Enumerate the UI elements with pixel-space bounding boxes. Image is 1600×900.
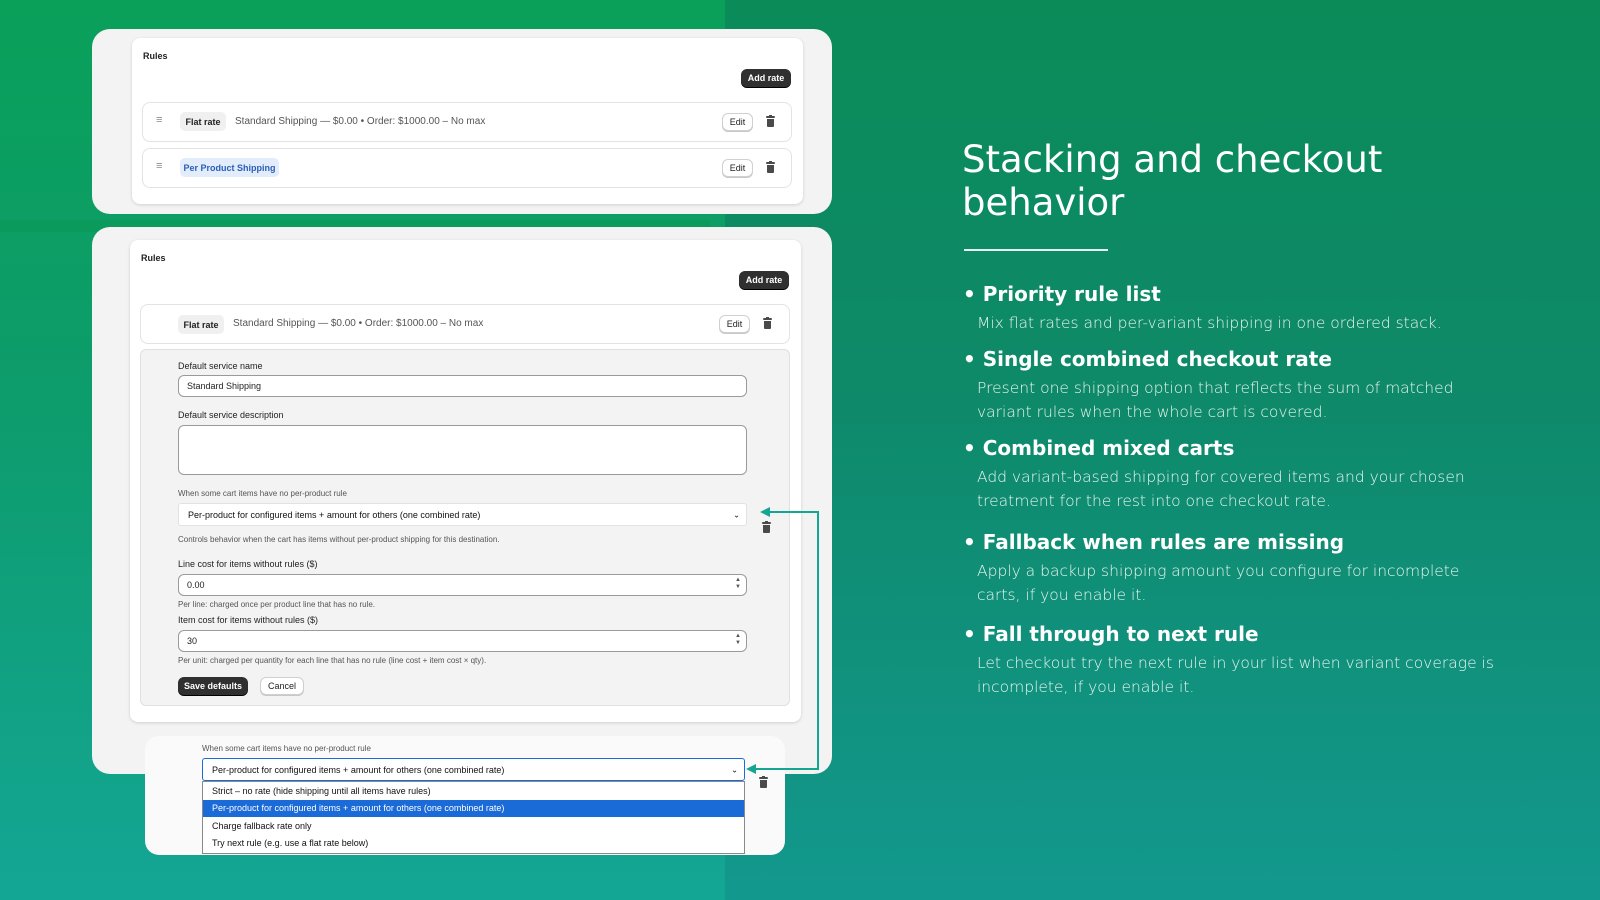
no-rule-behavior-label: When some cart items have no per-product… [178,489,347,498]
trash-icon[interactable] [762,521,771,533]
item-cost-value: 30 [187,636,198,646]
chevron-down-icon: ⌄ [731,765,738,774]
trash-icon[interactable] [766,115,775,127]
rule-summary: Standard Shipping — $0.00 • Order: $1000… [233,318,484,329]
line-cost-help: Per line: charged once per product line … [178,600,376,609]
slide-title: Stacking and checkout behavior [962,138,1383,224]
drag-handle-icon[interactable]: ≡ [156,160,162,172]
dropdown-option[interactable]: Charge fallback rate only [203,817,744,835]
feature-description: Present one shipping option that reflect… [977,379,1454,421]
rule-type-tag: Flat rate [178,315,224,334]
dropdown-option[interactable]: Strict – no rate (hide shipping until al… [203,782,744,800]
number-spinner-icon[interactable]: ▲ ▼ [735,633,741,647]
add-rate-button[interactable]: Add rate [739,271,789,289]
edit-button[interactable]: Edit [722,159,753,177]
select-value: Per-product for configured items + amoun… [212,764,505,775]
feature-description: Apply a backup shipping amount you confi… [977,562,1460,604]
dropdown-options-list: Strict – no rate (hide shipping until al… [202,781,745,854]
feature-description: Mix flat rates and per-variant shipping … [977,314,1442,332]
add-rate-button[interactable]: Add rate [741,69,791,87]
rule-defaults-form: Default service name Standard Shipping D… [140,349,790,706]
rule-row-flat-rate[interactable]: ≡ Flat rate Standard Shipping — $0.00 • … [142,102,792,142]
screenshot-card-rule-editor: Rules Add rate Flat rate Standard Shippi… [92,227,832,774]
trash-icon[interactable] [763,317,772,329]
drag-handle-icon[interactable]: ≡ [156,114,162,126]
feature-description: Let checkout try the next rule in your l… [977,654,1494,696]
line-cost-input[interactable]: 0.00 ▲ ▼ [178,574,747,596]
service-description-label: Default service description [178,410,284,420]
line-cost-label: Line cost for items without rules ($) [178,559,318,569]
feature-title: • Fallback when rules are missing [963,530,1345,554]
chevron-down-icon: ⌄ [733,510,740,519]
rule-type-tag: Flat rate [180,112,226,131]
edit-button[interactable]: Edit [719,315,750,333]
rules-panel: Rules Add rate ≡ Flat rate Standard Ship… [132,38,803,204]
title-divider [964,249,1108,251]
trash-icon[interactable] [766,161,775,173]
item-cost-help: Per unit: charged per quantity for each … [178,656,487,665]
save-defaults-button[interactable]: Save defaults [178,677,248,695]
service-name-label: Default service name [178,361,263,371]
trash-icon[interactable] [759,776,768,788]
rule-summary: Standard Shipping — $0.00 • Order: $1000… [235,116,486,127]
service-description-textarea[interactable] [178,425,747,475]
screenshot-card-dropdown-open: When some cart items have no per-product… [145,736,785,855]
rule-row-per-product[interactable]: ≡ Per Product Shipping Edit [142,148,792,188]
dropdown-option[interactable]: Try next rule (e.g. use a flat rate belo… [203,835,744,853]
edit-button[interactable]: Edit [722,113,753,131]
no-rule-behavior-help: Controls behavior when the cart has item… [178,535,500,544]
service-name-input[interactable]: Standard Shipping [178,375,747,397]
feature-description: Add variant-based shipping for covered i… [977,468,1465,510]
cancel-button[interactable]: Cancel [260,677,304,695]
select-value: Per-product for configured items + amoun… [188,509,481,520]
no-rule-behavior-select[interactable]: Per-product for configured items + amoun… [178,503,747,526]
feature-title: • Fall through to next rule [963,622,1259,646]
feature-title: • Single combined checkout rate [963,347,1332,371]
rules-heading: Rules [141,253,166,263]
rules-heading: Rules [143,51,168,61]
item-cost-label: Item cost for items without rules ($) [178,615,319,625]
rules-panel: Rules Add rate Flat rate Standard Shippi… [130,240,801,722]
dropdown-option-selected[interactable]: Per-product for configured items + amoun… [203,799,744,817]
line-cost-value: 0.00 [187,580,205,590]
no-rule-behavior-label: When some cart items have no per-product… [202,744,371,753]
feature-title: • Combined mixed carts [963,436,1235,460]
feature-title: • Priority rule list [963,282,1161,306]
no-rule-behavior-select-open[interactable]: Per-product for configured items + amoun… [202,758,745,781]
item-cost-input[interactable]: 30 ▲ ▼ [178,630,747,652]
number-spinner-icon[interactable]: ▲ ▼ [735,577,741,591]
rule-type-tag: Per Product Shipping [180,158,279,177]
screenshot-card-rules-list: Rules Add rate ≡ Flat rate Standard Ship… [92,29,832,214]
rule-row-flat-rate[interactable]: Flat rate Standard Shipping — $0.00 • Or… [140,304,790,344]
